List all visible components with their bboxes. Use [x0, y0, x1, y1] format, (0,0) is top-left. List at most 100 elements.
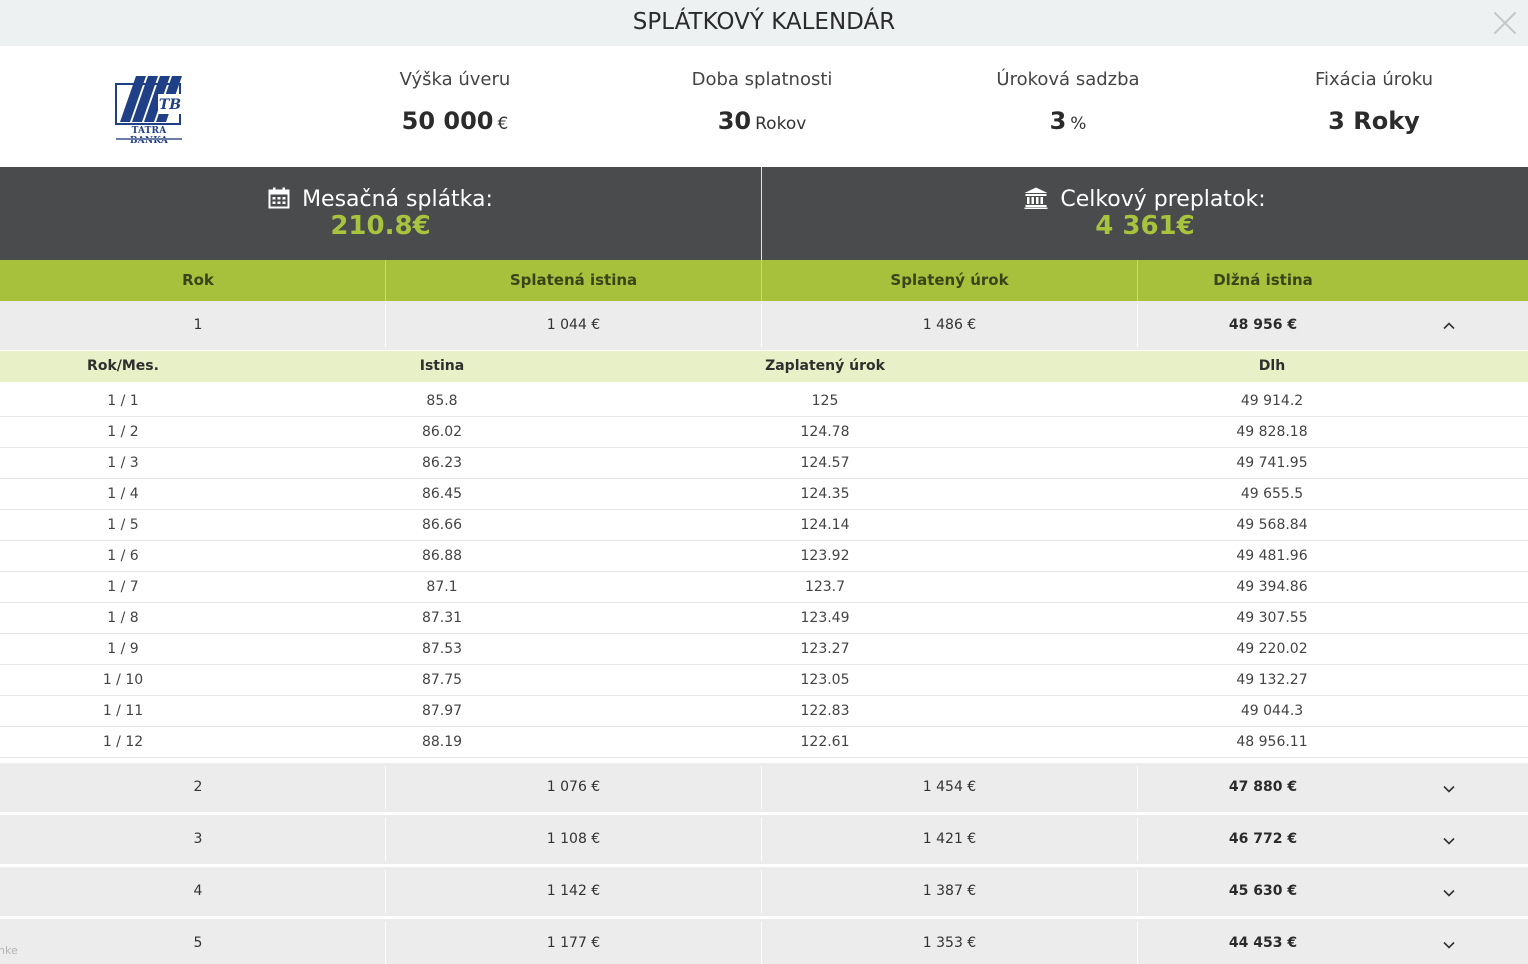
monthly-row: 1 / 9 87.53 123.27 49 220.02 — [0, 634, 1528, 665]
stat-term: Doba splatnosti 30 Rokov — [642, 66, 882, 138]
monthly-debt-cell: 49 741.95 — [1236, 455, 1308, 471]
year-cell: 1 — [193, 317, 203, 333]
monthly-period-cell: 1 / 12 — [102, 734, 144, 750]
remaining-cell: 48 956 € — [1228, 317, 1298, 333]
year-cell: 5 — [193, 935, 203, 951]
monthly-period-cell: 1 / 4 — [107, 486, 139, 502]
monthly-payment-value: 210.8€ — [330, 211, 431, 241]
bank-name: TATRA BANKA — [129, 126, 169, 146]
chevron-down-icon[interactable] — [1443, 887, 1455, 899]
year-row[interactable]: 5 1 177 € 1 353 € 44 453 € — [0, 919, 1528, 964]
chevron-down-icon[interactable] — [1443, 939, 1455, 951]
monthly-interest-cell: 123.27 — [800, 641, 850, 657]
monthly-principal-cell: 85.8 — [426, 393, 458, 409]
year-row[interactable]: 3 1 108 € 1 421 € 46 772 € — [0, 815, 1528, 865]
monthly-period-cell: 1 / 7 — [107, 579, 139, 595]
column-divider — [761, 766, 762, 809]
monthly-interest-cell: 124.14 — [800, 517, 850, 533]
monthly-principal-cell: 86.45 — [421, 486, 463, 502]
monthly-interest-cell: 123.7 — [804, 579, 846, 595]
monthly-principal-cell: 86.02 — [421, 424, 463, 440]
chevron-up-icon[interactable] — [1443, 320, 1455, 332]
monthly-row: 1 / 4 86.45 124.35 49 655.5 — [0, 479, 1528, 510]
principal-cell: 1 108 € — [546, 831, 601, 847]
year-cell: 4 — [193, 883, 203, 899]
remaining-cell: 44 453 € — [1228, 935, 1298, 951]
principal-cell: 1 044 € — [546, 317, 601, 333]
column-header-remaining: Dlžná istina — [1213, 271, 1313, 289]
bank-logo: TB TATRA BANKA — [114, 72, 184, 146]
stat-label: Doba splatnosti — [691, 69, 833, 90]
monthly-principal-cell: 87.31 — [421, 610, 463, 626]
stat-loan-amount: Výška úveru 50 000 € — [335, 66, 575, 138]
monthly-debt-cell: 49 044.3 — [1240, 703, 1304, 719]
stat-label: Fixácia úroku — [1314, 69, 1434, 90]
column-divider — [385, 922, 386, 964]
column-divider — [1137, 870, 1138, 913]
loan-summary: TB TATRA BANKA Výška úveru 50 000 € Doba … — [0, 46, 1528, 167]
column-header-principal: Splatená istina — [509, 271, 638, 289]
column-header-year: Rok — [182, 271, 214, 289]
principal-cell: 1 142 € — [546, 883, 601, 899]
year-row[interactable]: 4 1 142 € 1 387 € 45 630 € — [0, 867, 1528, 917]
monthly-interest-cell: 123.05 — [800, 672, 850, 688]
monthly-principal-cell: 87.1 — [426, 579, 458, 595]
monthly-row: 1 / 1 85.8 125 49 914.2 — [0, 386, 1528, 417]
interest-cell: 1 454 € — [922, 779, 977, 795]
monthly-debt-cell: 49 220.02 — [1236, 641, 1308, 657]
monthly-principal-cell: 87.97 — [421, 703, 463, 719]
monthly-row: 1 / 11 87.97 122.83 49 044.3 — [0, 696, 1528, 727]
column-divider — [761, 922, 762, 964]
column-divider — [385, 766, 386, 809]
stat-fixation: Fixácia úroku 3 Roky — [1254, 66, 1494, 138]
year-row[interactable]: 2 1 076 € 1 454 € 47 880 € — [0, 763, 1528, 813]
monthly-row: 1 / 7 87.1 123.7 49 394.86 — [0, 572, 1528, 603]
remaining-cell: 45 630 € — [1228, 883, 1298, 899]
monthly-payment-label: Mesačná splátka: — [302, 187, 493, 212]
monthly-principal-cell: 86.66 — [421, 517, 463, 533]
column-divider — [385, 818, 386, 861]
close-icon[interactable] — [1490, 8, 1520, 38]
monthly-interest-cell: 124.35 — [800, 486, 850, 502]
monthly-row: 1 / 6 86.88 123.92 49 481.96 — [0, 541, 1528, 572]
logo-mark: TB — [159, 97, 181, 113]
chevron-down-icon[interactable] — [1443, 783, 1455, 795]
column-divider — [1137, 766, 1138, 809]
logo-tagline-line — [116, 138, 182, 140]
monthly-period-cell: 1 / 1 — [107, 393, 139, 409]
monthly-debt-cell: 49 828.18 — [1236, 424, 1308, 440]
total-overpayment-panel: Celkový preplatok: 4 361€ — [762, 167, 1528, 260]
monthly-principal-cell: 86.23 — [421, 455, 463, 471]
stat-value: 3 — [1049, 107, 1067, 135]
monthly-debt-cell: 49 307.55 — [1236, 610, 1308, 626]
stat-unit: € — [497, 114, 509, 134]
stat-unit: Rokov — [755, 114, 807, 134]
monthly-debt-cell: 49 481.96 — [1236, 548, 1308, 564]
remaining-cell: 47 880 € — [1228, 779, 1298, 795]
year-row[interactable]: 1 1 044 € 1 486 € 48 956 € — [0, 301, 1528, 351]
modal-title: SPLÁTKOVÝ KALENDÁR — [632, 9, 896, 35]
monthly-header-principal: Istina — [419, 358, 465, 374]
monthly-table-header: Rok/Mes. Istina Zaplatený úrok Dlh — [0, 351, 1528, 382]
chevron-down-icon[interactable] — [1443, 835, 1455, 847]
interest-cell: 1 421 € — [922, 831, 977, 847]
monthly-row: 1 / 5 86.66 124.14 49 568.84 — [0, 510, 1528, 541]
monthly-interest-cell: 124.57 — [800, 455, 850, 471]
monthly-period-cell: 1 / 5 — [107, 517, 139, 533]
monthly-debt-cell: 49 394.86 — [1236, 579, 1308, 595]
column-divider — [385, 870, 386, 913]
monthly-debt-cell: 48 956.11 — [1236, 734, 1308, 750]
monthly-period-cell: 1 / 8 — [107, 610, 139, 626]
schedule-table-header: Rok Splatená istina Splatený úrok Dlžná … — [0, 260, 1528, 301]
principal-cell: 1 076 € — [546, 779, 601, 795]
monthly-header-interest: Zaplatený úrok — [765, 358, 885, 374]
monthly-principal-cell: 87.53 — [421, 641, 463, 657]
remaining-cell: 46 772 € — [1228, 831, 1298, 847]
stat-value: 3 Roky — [1328, 107, 1420, 135]
stat-value: 50 000 — [401, 107, 494, 135]
total-overpayment-label: Celkový preplatok: — [1060, 187, 1266, 212]
monthly-interest-cell: 123.92 — [800, 548, 850, 564]
tatra-banka-logo-icon: TB — [115, 76, 182, 125]
monthly-header-debt: Dlh — [1258, 358, 1286, 374]
monthly-period-cell: 1 / 11 — [102, 703, 144, 719]
